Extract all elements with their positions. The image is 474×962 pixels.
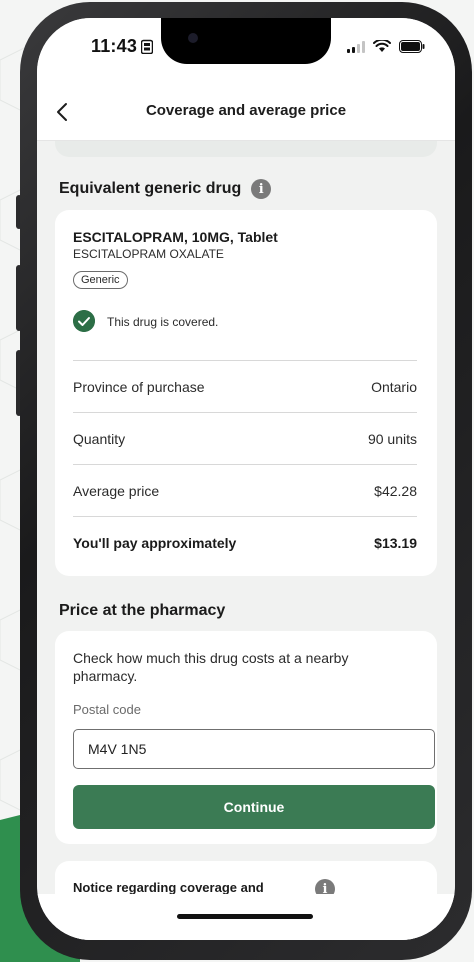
row-value: $42.28: [374, 483, 417, 499]
pharmacy-section-heading: Price at the pharmacy: [59, 602, 225, 620]
scroll-content[interactable]: Equivalent generic drug i ESCITALOPRAM, …: [37, 141, 455, 940]
previous-card-bottom: [55, 141, 437, 157]
status-icons: [347, 40, 425, 53]
row-value: $13.19: [374, 535, 417, 551]
navigation-bar: Coverage and average price: [37, 88, 455, 141]
continue-button[interactable]: Continue: [73, 785, 435, 829]
drug-name: ESCITALOPRAM, 10MG, Tablet: [73, 229, 278, 245]
status-time: 11:43: [91, 36, 138, 56]
row-province: Province of purchase Ontario: [73, 360, 417, 413]
row-value: 90 units: [367, 431, 417, 447]
drug-ingredient: ESCITALOPRAM OXALATE: [73, 247, 224, 261]
generic-drug-card: ESCITALOPRAM, 10MG, Tablet ESCITALOPRAM …: [55, 210, 437, 576]
row-label: Province of purchase: [73, 379, 205, 395]
home-indicator[interactable]: [177, 914, 313, 919]
generic-badge: Generic: [73, 271, 128, 289]
pharmacy-card: Check how much this drug costs at a near…: [55, 631, 437, 844]
wifi-icon: [373, 40, 391, 52]
pharmacy-description: Check how much this drug costs at a near…: [73, 650, 349, 684]
page-title: Coverage and average price: [145, 102, 347, 119]
info-icon[interactable]: i: [251, 179, 272, 199]
generic-section-title: Equivalent generic drug: [59, 180, 242, 197]
row-quantity: Quantity 90 units: [73, 412, 417, 465]
row-you-pay: You'll pay approximately $13.19: [73, 516, 417, 569]
check-circle-icon: [73, 310, 95, 332]
battery-portrait-icon: [141, 39, 153, 54]
postal-code-input[interactable]: [73, 729, 435, 769]
cellular-signal-icon: [347, 40, 365, 53]
row-label: Average price: [73, 483, 160, 499]
row-average-price: Average price $42.28: [73, 464, 417, 517]
postal-code-label: Postal code: [73, 702, 141, 717]
phone-notch: [161, 18, 331, 64]
front-camera-icon: [188, 33, 198, 43]
row-label: You'll pay approximately: [73, 535, 237, 551]
coverage-status: This drug is covered.: [107, 315, 219, 329]
pharmacy-section-title: Price at the pharmacy: [59, 602, 226, 619]
phone-screen: 11:43 Coverage and average price Equival…: [37, 18, 455, 940]
row-label: Quantity: [73, 431, 126, 447]
battery-icon: [399, 40, 425, 53]
row-value: Ontario: [371, 379, 417, 395]
generic-section-heading: Equivalent generic drug i: [59, 179, 272, 199]
